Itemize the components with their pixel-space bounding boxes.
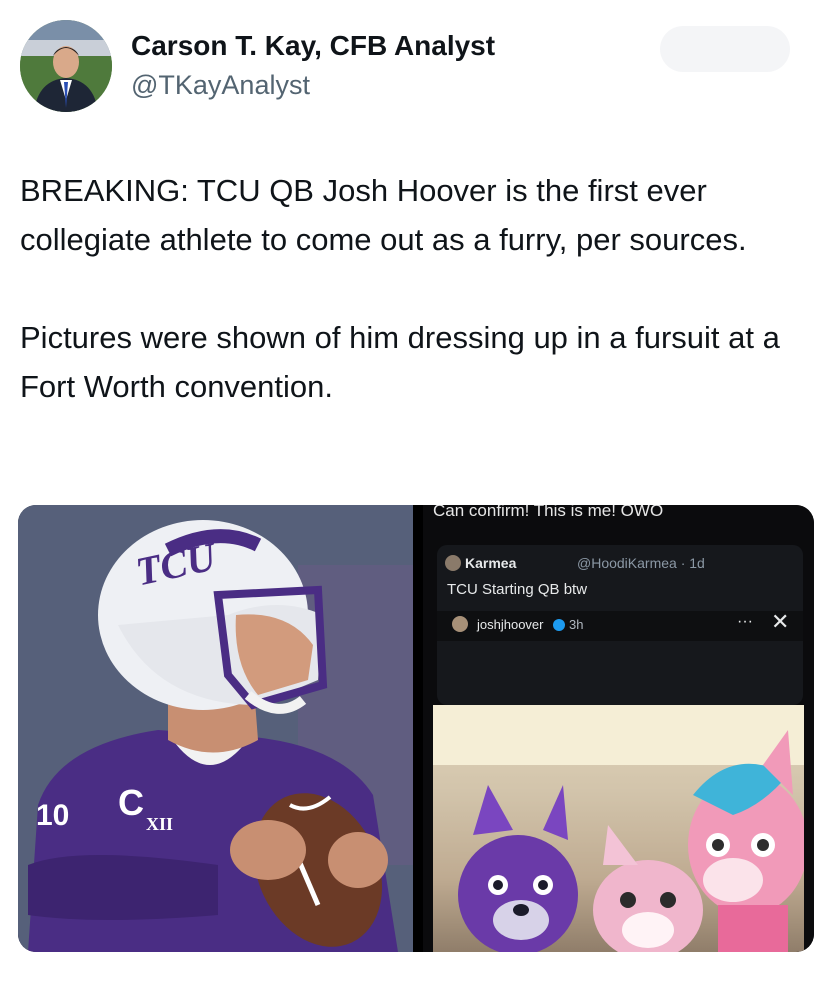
media-grid[interactable]: C XII 10 TCU Can confirm! This is me! OW…	[18, 505, 814, 952]
quoted-handle: @HoodiKarmea · 1d	[577, 555, 705, 571]
fursuit-photo	[433, 705, 808, 952]
screenshot-photo[interactable]: Can confirm! This is me! OWO Karmea @Hoo…	[423, 505, 814, 952]
quoted-text: TCU Starting QB btw	[447, 581, 588, 598]
avatar-photo	[20, 20, 112, 112]
verified-badge-icon	[553, 619, 565, 631]
fursuit-illustration	[433, 705, 808, 952]
jersey-letter: C	[118, 782, 144, 823]
jersey-patch: XII	[146, 814, 173, 834]
close-icon[interactable]: ✕	[771, 609, 789, 635]
quarterback-illustration: C XII 10 TCU	[18, 505, 413, 952]
story-caption: Can confirm! This is me! OWO	[433, 505, 664, 520]
story-avatar-icon	[452, 616, 468, 632]
more-options-icon[interactable]: ···	[737, 613, 753, 631]
story-username: joshjhoover	[477, 617, 544, 632]
author-name[interactable]: Carson T. Kay, CFB Analyst	[131, 30, 495, 62]
quoted-author: Karmea	[465, 555, 517, 571]
quoted-post: Karmea @HoodiKarmea · 1d TCU Starting QB…	[437, 545, 803, 705]
tweet-body: BREAKING: TCU QB Josh Hoover is the firs…	[20, 166, 810, 411]
karmea-avatar-icon	[445, 555, 461, 571]
follow-button[interactable]	[660, 26, 790, 72]
story-time: 3h	[569, 617, 584, 632]
author-handle[interactable]: @TKayAnalyst	[131, 70, 310, 101]
jersey-number: 10	[36, 799, 69, 832]
quarterback-photo[interactable]: C XII 10 TCU	[18, 505, 413, 952]
author-avatar[interactable]	[20, 20, 112, 112]
tweet-paragraph: BREAKING: TCU QB Josh Hoover is the firs…	[20, 173, 747, 257]
tweet-paragraph: Pictures were shown of him dressing up i…	[20, 320, 780, 404]
